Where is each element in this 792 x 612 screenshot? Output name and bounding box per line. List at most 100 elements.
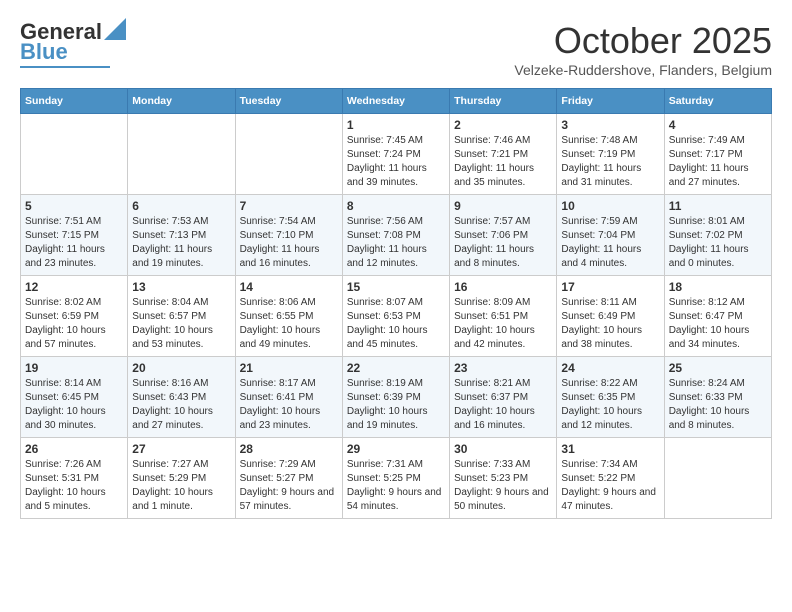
day-info: Sunrise: 8:24 AMSunset: 6:33 PMDaylight:… bbox=[669, 377, 767, 433]
month-title: October 2025 bbox=[514, 20, 772, 62]
calendar-cell: 7Sunrise: 7:54 AMSunset: 7:10 PMDaylight… bbox=[235, 195, 342, 276]
day-number: 31 bbox=[561, 442, 659, 456]
day-info: Sunrise: 7:34 AMSunset: 5:22 PMDaylight:… bbox=[561, 458, 659, 514]
logo-underline bbox=[20, 66, 110, 68]
calendar-cell: 5Sunrise: 7:51 AMSunset: 7:15 PMDaylight… bbox=[21, 195, 128, 276]
day-info: Sunrise: 7:48 AMSunset: 7:19 PMDaylight:… bbox=[561, 134, 659, 190]
calendar-header-row: SundayMondayTuesdayWednesdayThursdayFrid… bbox=[21, 89, 772, 114]
day-number: 1 bbox=[347, 118, 445, 132]
day-info: Sunrise: 8:06 AMSunset: 6:55 PMDaylight:… bbox=[240, 296, 338, 352]
calendar-week-row: 26Sunrise: 7:26 AMSunset: 5:31 PMDayligh… bbox=[21, 438, 772, 519]
calendar-cell: 31 Sunrise: 7:34 AMSunset: 5:22 PMDayligh… bbox=[557, 438, 664, 519]
day-info: Sunrise: 7:59 AMSunset: 7:04 PMDaylight:… bbox=[561, 215, 659, 271]
day-number: 23 bbox=[454, 361, 552, 375]
day-number: 13 bbox=[132, 280, 230, 294]
calendar-cell: 9Sunrise: 7:57 AMSunset: 7:06 PMDaylight… bbox=[450, 195, 557, 276]
day-number: 7 bbox=[240, 199, 338, 213]
day-number: 30 bbox=[454, 442, 552, 456]
location-text: Velzeke-Ruddershove, Flanders, Belgium bbox=[514, 62, 772, 78]
col-header-thursday: Thursday bbox=[450, 89, 557, 114]
day-number: 2 bbox=[454, 118, 552, 132]
calendar-week-row: 12Sunrise: 8:02 AMSunset: 6:59 PMDayligh… bbox=[21, 276, 772, 357]
day-info: Sunrise: 8:16 AMSunset: 6:43 PMDaylight:… bbox=[132, 377, 230, 433]
day-info: Sunrise: 8:11 AMSunset: 6:49 PMDaylight:… bbox=[561, 296, 659, 352]
day-info: Sunrise: 7:33 AMSunset: 5:23 PMDaylight:… bbox=[454, 458, 552, 514]
calendar-cell: 17 Sunrise: 8:11 AMSunset: 6:49 PMDayligh… bbox=[557, 276, 664, 357]
day-info: Sunrise: 7:45 AMSunset: 7:24 PMDaylight:… bbox=[347, 134, 445, 190]
day-number: 6 bbox=[132, 199, 230, 213]
col-header-sunday: Sunday bbox=[21, 89, 128, 114]
calendar-cell bbox=[235, 114, 342, 195]
day-info: Sunrise: 8:22 AMSunset: 6:35 PMDaylight:… bbox=[561, 377, 659, 433]
calendar-cell: 8Sunrise: 7:56 AMSunset: 7:08 PMDaylight… bbox=[342, 195, 449, 276]
day-number: 11 bbox=[669, 199, 767, 213]
day-info: Sunrise: 8:19 AMSunset: 6:39 PMDaylight:… bbox=[347, 377, 445, 433]
page-header: General Blue October 2025 Velzeke-Rudder… bbox=[20, 20, 772, 78]
day-number: 29 bbox=[347, 442, 445, 456]
calendar-cell: 22 Sunrise: 8:19 AMSunset: 6:39 PMDayligh… bbox=[342, 357, 449, 438]
day-info: Sunrise: 7:29 AMSunset: 5:27 PMDaylight:… bbox=[240, 458, 338, 514]
col-header-monday: Monday bbox=[128, 89, 235, 114]
calendar-cell: 4Sunrise: 7:49 AMSunset: 7:17 PMDaylight… bbox=[664, 114, 771, 195]
day-number: 24 bbox=[561, 361, 659, 375]
calendar-cell: 6Sunrise: 7:53 AMSunset: 7:13 PMDaylight… bbox=[128, 195, 235, 276]
day-info: Sunrise: 8:17 AMSunset: 6:41 PMDaylight:… bbox=[240, 377, 338, 433]
calendar-cell: 20 Sunrise: 8:16 AMSunset: 6:43 PMDayligh… bbox=[128, 357, 235, 438]
day-number: 27 bbox=[132, 442, 230, 456]
calendar-cell: 18 Sunrise: 8:12 AMSunset: 6:47 PMDayligh… bbox=[664, 276, 771, 357]
day-number: 18 bbox=[669, 280, 767, 294]
calendar-cell: 30 Sunrise: 7:33 AMSunset: 5:23 PMDayligh… bbox=[450, 438, 557, 519]
calendar-cell: 11 Sunrise: 8:01 AMSunset: 7:02 PMDayligh… bbox=[664, 195, 771, 276]
day-number: 22 bbox=[347, 361, 445, 375]
day-number: 19 bbox=[25, 361, 123, 375]
calendar-table: SundayMondayTuesdayWednesdayThursdayFrid… bbox=[20, 88, 772, 519]
day-info: Sunrise: 8:09 AMSunset: 6:51 PMDaylight:… bbox=[454, 296, 552, 352]
calendar-cell: 10 Sunrise: 7:59 AMSunset: 7:04 PMDayligh… bbox=[557, 195, 664, 276]
calendar-cell: 15 Sunrise: 8:07 AMSunset: 6:53 PMDayligh… bbox=[342, 276, 449, 357]
calendar-cell: 1 Sunrise: 7:45 AMSunset: 7:24 PMDaylight… bbox=[342, 114, 449, 195]
calendar-week-row: 19 Sunrise: 8:14 AMSunset: 6:45 PMDayligh… bbox=[21, 357, 772, 438]
calendar-cell bbox=[664, 438, 771, 519]
logo: General Blue bbox=[20, 20, 126, 68]
calendar-cell: 26Sunrise: 7:26 AMSunset: 5:31 PMDayligh… bbox=[21, 438, 128, 519]
day-number: 21 bbox=[240, 361, 338, 375]
col-header-saturday: Saturday bbox=[664, 89, 771, 114]
day-info: Sunrise: 8:12 AMSunset: 6:47 PMDaylight:… bbox=[669, 296, 767, 352]
col-header-tuesday: Tuesday bbox=[235, 89, 342, 114]
logo-triangle-icon bbox=[104, 18, 126, 40]
day-number: 10 bbox=[561, 199, 659, 213]
calendar-cell: 2 Sunrise: 7:46 AMSunset: 7:21 PMDaylight… bbox=[450, 114, 557, 195]
day-number: 17 bbox=[561, 280, 659, 294]
calendar-cell: 23 Sunrise: 8:21 AMSunset: 6:37 PMDayligh… bbox=[450, 357, 557, 438]
logo-blue-text: Blue bbox=[20, 40, 68, 64]
day-number: 14 bbox=[240, 280, 338, 294]
col-header-friday: Friday bbox=[557, 89, 664, 114]
calendar-cell: 21 Sunrise: 8:17 AMSunset: 6:41 PMDayligh… bbox=[235, 357, 342, 438]
day-number: 16 bbox=[454, 280, 552, 294]
calendar-cell: 25 Sunrise: 8:24 AMSunset: 6:33 PMDayligh… bbox=[664, 357, 771, 438]
day-number: 25 bbox=[669, 361, 767, 375]
day-info: Sunrise: 8:14 AMSunset: 6:45 PMDaylight:… bbox=[25, 377, 123, 433]
day-info: Sunrise: 7:46 AMSunset: 7:21 PMDaylight:… bbox=[454, 134, 552, 190]
day-info: Sunrise: 8:07 AMSunset: 6:53 PMDaylight:… bbox=[347, 296, 445, 352]
day-info: Sunrise: 8:04 AMSunset: 6:57 PMDaylight:… bbox=[132, 296, 230, 352]
calendar-cell: 28Sunrise: 7:29 AMSunset: 5:27 PMDayligh… bbox=[235, 438, 342, 519]
calendar-cell: 12Sunrise: 8:02 AMSunset: 6:59 PMDayligh… bbox=[21, 276, 128, 357]
calendar-week-row: 1 Sunrise: 7:45 AMSunset: 7:24 PMDaylight… bbox=[21, 114, 772, 195]
day-number: 20 bbox=[132, 361, 230, 375]
day-info: Sunrise: 7:31 AMSunset: 5:25 PMDaylight:… bbox=[347, 458, 445, 514]
calendar-cell: 24 Sunrise: 8:22 AMSunset: 6:35 PMDayligh… bbox=[557, 357, 664, 438]
day-info: Sunrise: 7:26 AMSunset: 5:31 PMDaylight:… bbox=[25, 458, 123, 514]
calendar-cell: 16 Sunrise: 8:09 AMSunset: 6:51 PMDayligh… bbox=[450, 276, 557, 357]
calendar-week-row: 5Sunrise: 7:51 AMSunset: 7:15 PMDaylight… bbox=[21, 195, 772, 276]
day-info: Sunrise: 8:01 AMSunset: 7:02 PMDaylight:… bbox=[669, 215, 767, 271]
day-number: 9 bbox=[454, 199, 552, 213]
col-header-wednesday: Wednesday bbox=[342, 89, 449, 114]
day-info: Sunrise: 7:51 AMSunset: 7:15 PMDaylight:… bbox=[25, 215, 123, 271]
day-info: Sunrise: 8:21 AMSunset: 6:37 PMDaylight:… bbox=[454, 377, 552, 433]
day-info: Sunrise: 7:56 AMSunset: 7:08 PMDaylight:… bbox=[347, 215, 445, 271]
calendar-cell: 27Sunrise: 7:27 AMSunset: 5:29 PMDayligh… bbox=[128, 438, 235, 519]
day-number: 15 bbox=[347, 280, 445, 294]
calendar-cell: 3Sunrise: 7:48 AMSunset: 7:19 PMDaylight… bbox=[557, 114, 664, 195]
day-info: Sunrise: 7:49 AMSunset: 7:17 PMDaylight:… bbox=[669, 134, 767, 190]
